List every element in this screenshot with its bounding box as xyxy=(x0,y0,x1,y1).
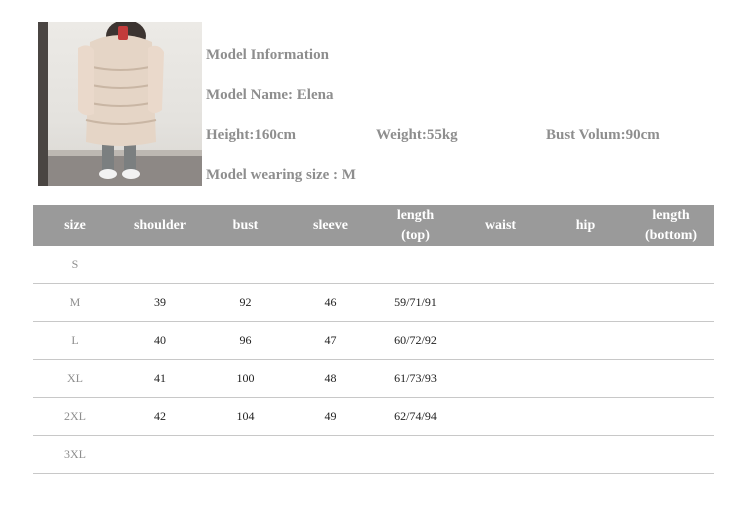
table-row: M 39 92 46 59/71/91 xyxy=(33,284,714,322)
cell-size: XL xyxy=(67,371,83,385)
model-info-heading: Model Information xyxy=(206,47,329,63)
cell-shoulder: 42 xyxy=(154,409,166,423)
cell-length-top: 61/73/93 xyxy=(394,371,437,385)
table-row: 3XL xyxy=(33,436,714,474)
cell-bust: 104 xyxy=(236,409,255,423)
cell-size: 2XL xyxy=(64,409,86,423)
cell-length-top: 60/72/92 xyxy=(394,333,437,347)
cell-sleeve: 48 xyxy=(324,371,337,385)
table-row: L 40 96 47 60/72/92 xyxy=(33,322,714,360)
table-header-row: size shoulder bust sleeve length (top) w… xyxy=(33,205,714,246)
size-chart-table: size shoulder bust sleeve length (top) w… xyxy=(33,205,714,474)
cell-size: L xyxy=(71,333,79,347)
cell-length-top: 62/74/94 xyxy=(394,409,437,423)
cell-shoulder: 40 xyxy=(154,333,166,347)
cell-bust: 96 xyxy=(239,333,252,347)
model-name: Model Name: Elena xyxy=(206,87,334,103)
cell-shoulder: 41 xyxy=(154,371,166,385)
cell-sleeve: 49 xyxy=(324,409,337,423)
header-sleeve: sleeve xyxy=(313,217,348,233)
model-weight: Weight:55kg xyxy=(376,127,458,143)
cell-bust: 100 xyxy=(236,371,255,385)
cell-size: S xyxy=(71,257,79,271)
table-row: 2XL 42 104 49 62/74/94 xyxy=(33,398,714,436)
header-waist: waist xyxy=(484,217,517,233)
cell-shoulder: 39 xyxy=(154,295,166,309)
header-length-top: length (top) xyxy=(396,207,435,243)
header-size: size xyxy=(64,217,86,233)
model-photo xyxy=(38,22,202,186)
model-bust: Bust Volum:90cm xyxy=(546,127,660,143)
cell-size: M xyxy=(69,295,81,309)
cell-sleeve: 47 xyxy=(324,333,337,347)
cell-size: 3XL xyxy=(64,447,86,461)
header-length-bottom: length (bottom) xyxy=(644,207,698,243)
cell-length-top: 59/71/91 xyxy=(394,295,437,309)
cell-sleeve: 46 xyxy=(324,295,337,309)
model-height: Height:160cm xyxy=(206,127,296,143)
model-wearing-size: Model wearing size : M xyxy=(206,167,356,183)
header-bust: bust xyxy=(232,217,259,233)
table-row: XL 41 100 48 61/73/93 xyxy=(33,360,714,398)
table-row: S xyxy=(33,246,714,284)
header-shoulder: shoulder xyxy=(133,217,187,233)
cell-bust: 92 xyxy=(239,295,252,309)
header-hip: hip xyxy=(575,217,596,233)
